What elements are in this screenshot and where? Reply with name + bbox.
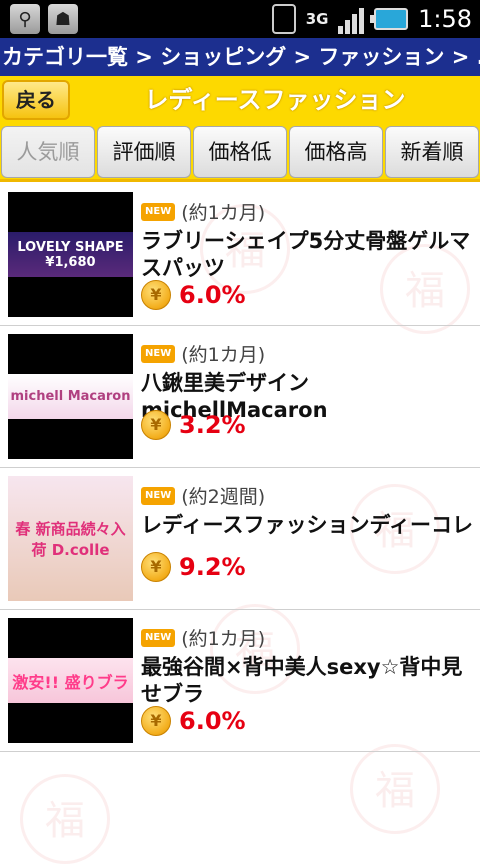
item-period: (約1カ月) <box>181 202 266 224</box>
android-debug-icon: ☗ <box>48 4 78 34</box>
list-item[interactable]: LOVELY SHAPE ¥1,680 NEW (約1カ月) ラブリーシェイプ5… <box>0 184 480 326</box>
tab-popular[interactable]: 人気順 <box>1 126 95 178</box>
list-item[interactable]: 春 新商品続々入荷 D.colle NEW (約2週間) レディースファッション… <box>0 468 480 610</box>
clock: 1:58 <box>418 5 472 33</box>
item-thumbnail: 春 新商品続々入荷 D.colle <box>8 476 133 601</box>
item-name: 最強谷間×背中美人sexy☆背中見せブラ <box>141 655 463 706</box>
coin-icon: ¥ <box>141 280 171 310</box>
tab-price-low[interactable]: 価格低 <box>193 126 287 178</box>
item-rate: 9.2% <box>179 553 246 581</box>
item-thumbnail: michell Macaron <box>8 334 133 459</box>
coin-icon: ¥ <box>141 706 171 736</box>
new-badge: NEW <box>141 344 176 363</box>
thumbnail-text: LOVELY SHAPE ¥1,680 <box>8 232 133 277</box>
list-item[interactable]: michell Macaron NEW (約1カ月) 八鍬里美デザインmiche… <box>0 326 480 468</box>
item-period: (約2週間) <box>181 486 266 508</box>
usb-icon: ⚲ <box>10 4 40 34</box>
title-bar: 戻る レディースファッション <box>0 76 480 125</box>
back-button[interactable]: 戻る <box>2 80 70 120</box>
new-badge: NEW <box>141 628 176 647</box>
signal-icon <box>338 4 368 34</box>
new-badge: NEW <box>141 202 176 221</box>
item-rate: 6.0% <box>179 707 246 735</box>
item-thumbnail: LOVELY SHAPE ¥1,680 <box>8 192 133 317</box>
coin-icon: ¥ <box>141 552 171 582</box>
sort-tabs: 人気順 評価順 価格低 価格高 新着順 <box>0 124 480 182</box>
item-name: レディースファッションディーコレ <box>141 513 474 537</box>
item-period: (約1カ月) <box>181 344 266 366</box>
background-pattern-icon: 福 <box>350 744 440 834</box>
list-item[interactable]: 激安!! 盛りブラ NEW (約1カ月) 最強谷間×背中美人sexy☆背中見せブ… <box>0 610 480 752</box>
network-3g-icon: 3G <box>305 10 329 28</box>
item-period: (約1カ月) <box>181 628 266 650</box>
sim-icon <box>272 4 297 34</box>
background-pattern-icon: 福 <box>20 774 110 864</box>
item-rate: 3.2% <box>179 411 246 439</box>
battery-icon <box>370 8 409 30</box>
tab-newest[interactable]: 新着順 <box>385 126 479 178</box>
thumbnail-text: 激安!! 盛りブラ <box>8 658 133 703</box>
tab-price-high[interactable]: 価格高 <box>289 126 383 178</box>
thumbnail-text: michell Macaron <box>8 374 133 419</box>
new-badge: NEW <box>141 486 176 505</box>
tab-rating[interactable]: 評価順 <box>97 126 191 178</box>
page-title: レディースファッション <box>144 86 406 114</box>
item-list: 福 福 福 福 福 福 LOVELY SHAPE ¥1,680 NEW (約1カ… <box>0 184 480 864</box>
coin-icon: ¥ <box>141 410 171 440</box>
breadcrumb[interactable]: カテゴリ一覧 > ショッピング > ファッション > ... <box>0 38 480 76</box>
status-bar: ⚲ ☗ 3G 1:58 <box>0 0 480 38</box>
item-name: ラブリーシェイプ5分丈骨盤ゲルマスパッツ <box>141 229 471 280</box>
item-thumbnail: 激安!! 盛りブラ <box>8 618 133 743</box>
thumbnail-text: 春 新商品続々入荷 D.colle <box>8 476 133 601</box>
item-rate: 6.0% <box>179 281 246 309</box>
